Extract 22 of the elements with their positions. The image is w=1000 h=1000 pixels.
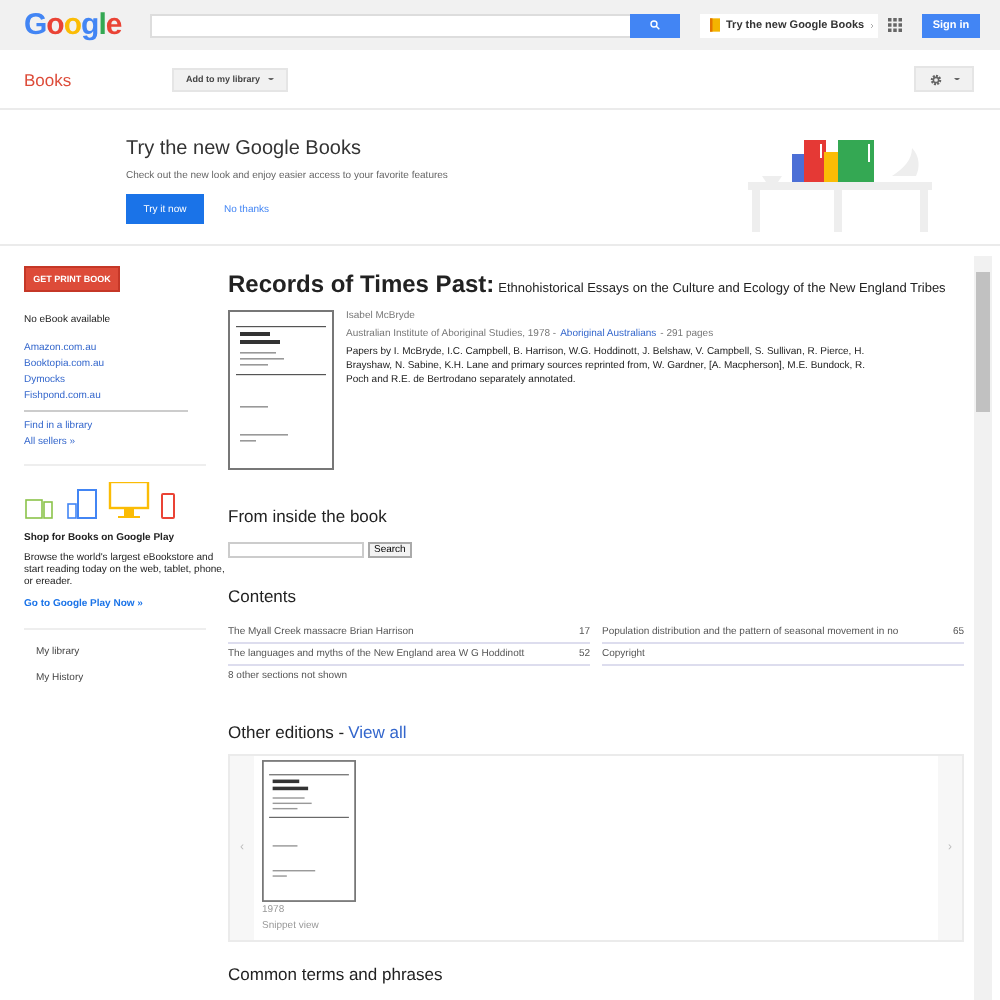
view-all-link[interactable]: View all xyxy=(348,722,407,742)
caret-icon xyxy=(953,77,959,81)
book-title: Records of Times Past: xyxy=(228,270,495,298)
settings-icon xyxy=(929,73,941,85)
section-heading: Contents xyxy=(228,586,299,606)
caret-icon xyxy=(268,77,275,81)
section-heading: Common terms and phrases xyxy=(228,964,445,984)
scrollbar-thumb[interactable] xyxy=(976,272,990,412)
section-heading: From inside the book xyxy=(228,506,389,526)
search-field[interactable] xyxy=(150,13,630,37)
book-cover xyxy=(262,760,356,902)
scrollbar[interactable] xyxy=(974,256,992,1000)
search-button[interactable] xyxy=(630,13,680,37)
apps-icon[interactable] xyxy=(888,18,902,32)
promo-title: Try the new Google Books xyxy=(126,138,363,160)
google-logo[interactable]: Google xyxy=(24,8,128,42)
section-heading: Other editions - xyxy=(228,722,345,742)
settings-button[interactable] xyxy=(914,66,974,92)
section-title: Books xyxy=(24,69,74,89)
search-icon xyxy=(650,20,660,30)
search-field[interactable] xyxy=(228,542,364,558)
book-icon xyxy=(710,18,720,32)
